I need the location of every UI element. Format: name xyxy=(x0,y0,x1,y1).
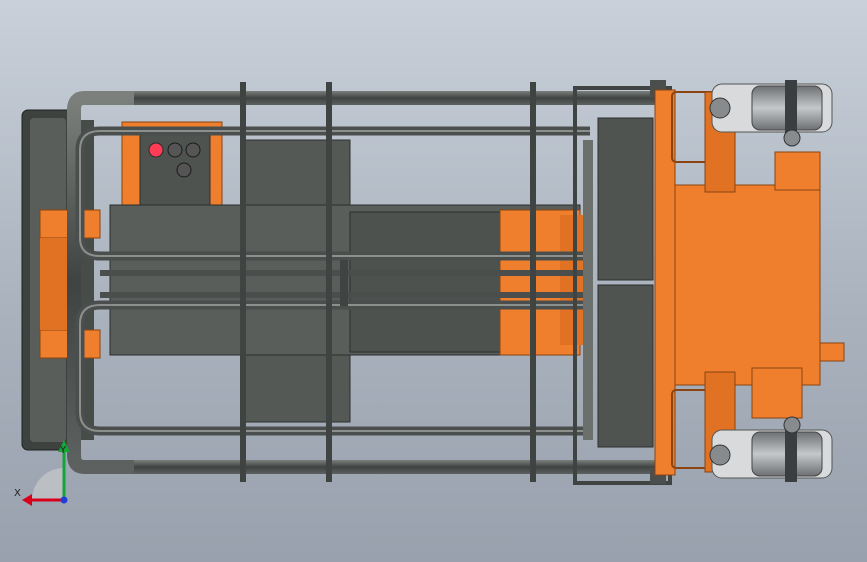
axis-x-label: X xyxy=(14,488,21,499)
indicator-black-light-1 xyxy=(167,142,183,158)
indicator-black-light-2 xyxy=(185,142,201,158)
indicator-black-light-3 xyxy=(176,162,192,178)
cad-top-view[interactable]: Y X xyxy=(0,0,867,562)
indicator-red-light xyxy=(148,142,164,158)
cad-viewport[interactable]: Y X xyxy=(0,0,867,562)
front-orange-chassis xyxy=(654,89,845,476)
axis-y-label: Y xyxy=(59,445,67,456)
